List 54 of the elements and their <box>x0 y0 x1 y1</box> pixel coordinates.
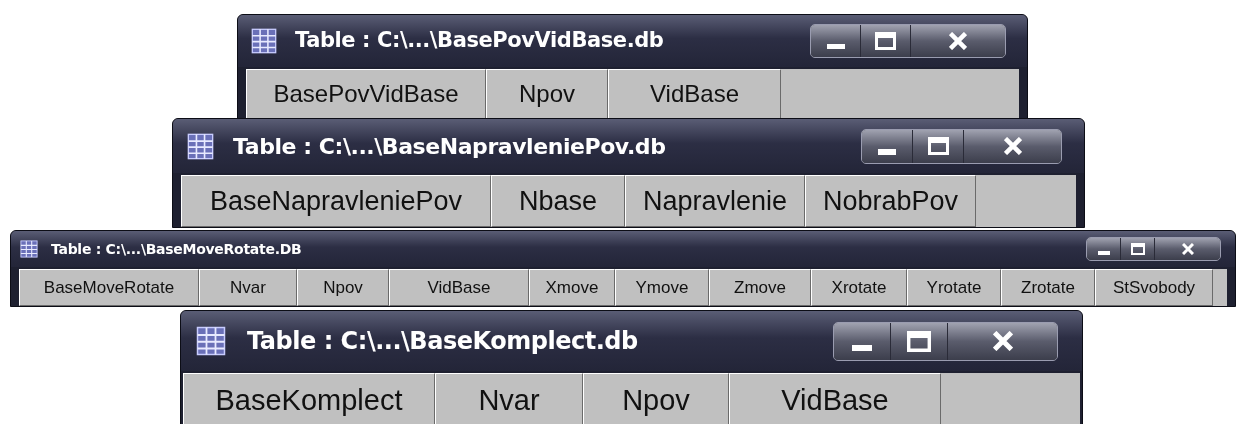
column-header[interactable]: BasePovVidBase <box>246 69 486 119</box>
column-header[interactable]: Zmove <box>709 269 811 306</box>
window-title: Table : C:\...\BaseMoveRotate.DB <box>51 239 302 259</box>
maximize-button[interactable] <box>891 322 948 360</box>
close-icon <box>1181 243 1194 255</box>
close-icon <box>992 331 1013 351</box>
table-icon <box>187 132 214 160</box>
close-button[interactable] <box>911 25 1005 57</box>
column-header[interactable]: VidBase <box>608 69 781 119</box>
column-header[interactable]: Npov <box>583 373 729 424</box>
column-header[interactable]: Napravlenie <box>625 175 805 227</box>
window-title: Table : C:\...\BasePovVidBase.db <box>295 27 664 55</box>
close-icon <box>1003 137 1022 155</box>
minimize-icon <box>852 344 872 351</box>
maximize-button[interactable] <box>1121 238 1155 260</box>
window-title: Table : C:\...\BaseKomplect.db <box>247 326 638 357</box>
minimize-button[interactable] <box>862 129 913 163</box>
column-header[interactable]: Zrotate <box>1001 269 1095 306</box>
column-header[interactable]: Npov <box>486 69 608 119</box>
close-button[interactable] <box>964 129 1061 163</box>
column-header[interactable]: Nbase <box>491 175 625 227</box>
maximize-icon <box>927 137 949 155</box>
close-button[interactable] <box>948 322 1057 360</box>
column-header[interactable]: StSvobody <box>1095 269 1213 306</box>
minimize-icon <box>878 149 896 155</box>
column-header[interactable]: Xmove <box>529 269 615 306</box>
maximize-icon <box>907 330 931 352</box>
column-header[interactable]: BaseNapravleniePov <box>181 175 491 227</box>
close-icon <box>949 32 967 50</box>
column-header[interactable]: Nvar <box>435 373 583 424</box>
minimize-button[interactable] <box>811 25 861 57</box>
minimize-icon <box>826 44 845 49</box>
close-button[interactable] <box>1155 238 1220 260</box>
table-icon <box>196 326 226 356</box>
column-header[interactable]: Xrotate <box>811 269 907 306</box>
maximize-button[interactable] <box>913 129 964 163</box>
minimize-button[interactable] <box>834 322 891 360</box>
table-icon <box>20 240 38 258</box>
maximize-icon <box>1130 243 1145 255</box>
minimize-button[interactable] <box>1087 238 1121 260</box>
maximize-button[interactable] <box>861 25 911 57</box>
maximize-icon <box>875 32 896 50</box>
column-header[interactable]: BaseKomplect <box>183 373 435 424</box>
column-header[interactable]: Yrotate <box>907 269 1001 306</box>
column-header[interactable]: NobrabPov <box>805 175 976 227</box>
table-icon <box>251 28 277 54</box>
column-header[interactable]: VidBase <box>729 373 941 424</box>
minimize-icon <box>1097 251 1110 255</box>
column-header[interactable]: Ymove <box>615 269 709 306</box>
column-header[interactable]: Nvar <box>199 269 297 306</box>
column-header[interactable]: Npov <box>297 269 389 306</box>
column-header[interactable]: VidBase <box>389 269 529 306</box>
column-header[interactable]: BaseMoveRotate <box>19 269 199 306</box>
window-title: Table : C:\...\BaseNapravleniePov.db <box>233 132 666 161</box>
